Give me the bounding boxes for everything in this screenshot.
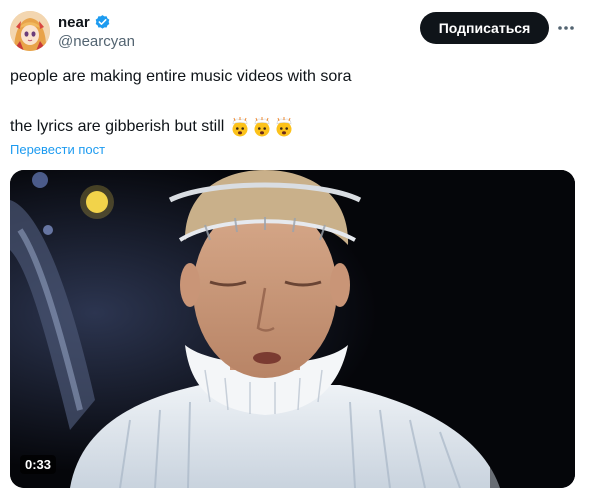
tweet-card: near @nearcyan Подписаться people are ma… (0, 0, 591, 503)
author-block: near @nearcyan (58, 12, 135, 51)
post-text-line-2: the lyrics are gibberish but still (10, 118, 225, 135)
name-row: near (58, 12, 135, 32)
video-duration-badge: 0:33 (20, 455, 57, 474)
exploding-head-emoji-icon (276, 117, 292, 137)
follow-button[interactable]: Подписаться (420, 12, 549, 44)
post-text-line-2-row: the lyrics are gibberish but still (10, 117, 294, 137)
exploding-head-emoji-icon (254, 117, 270, 137)
translate-post-link[interactable]: Перевести пост (10, 142, 105, 157)
exploding-head-emoji-icon (232, 117, 248, 137)
video-frame (10, 170, 575, 488)
display-name[interactable]: near (58, 14, 90, 31)
avatar-image (10, 11, 50, 51)
verified-badge-icon[interactable] (94, 14, 111, 31)
post-text-line-1: people are making entire music videos wi… (10, 68, 352, 85)
emoji-group (230, 117, 294, 137)
user-handle[interactable]: @nearcyan (58, 33, 135, 50)
more-dots-icon[interactable] (555, 18, 577, 38)
avatar[interactable] (10, 11, 50, 51)
video-player[interactable] (10, 170, 575, 488)
